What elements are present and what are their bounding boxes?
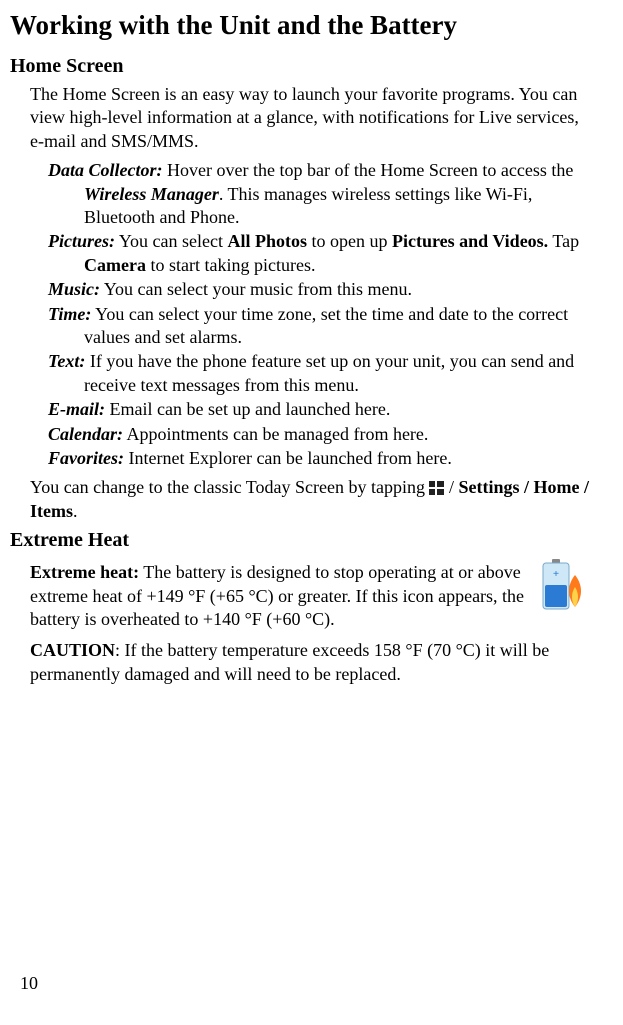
item-label: Time: bbox=[48, 304, 91, 324]
svg-text:+: + bbox=[553, 568, 559, 580]
text: You can select your time zone, set the t… bbox=[84, 304, 568, 347]
item-label: Pictures: bbox=[48, 231, 115, 251]
item-favorites: Favorites: Internet Explorer can be laun… bbox=[48, 447, 593, 470]
caution-label: CAUTION bbox=[30, 640, 115, 660]
battery-overheat-icon: + bbox=[537, 557, 593, 613]
text: You can change to the classic Today Scre… bbox=[30, 477, 429, 497]
windows-start-icon bbox=[429, 478, 444, 492]
page-title: Working with the Unit and the Battery bbox=[10, 8, 593, 43]
item-text: Text: If you have the phone feature set … bbox=[48, 350, 593, 397]
text: You can select bbox=[115, 231, 227, 251]
item-pictures: Pictures: You can select All Photos to o… bbox=[48, 230, 593, 277]
section-home-heading: Home Screen bbox=[10, 53, 593, 79]
item-label: E-mail: bbox=[48, 399, 105, 419]
text: If you have the phone feature set up on … bbox=[84, 351, 574, 394]
section-heat-heading: Extreme Heat bbox=[10, 527, 593, 553]
text: / bbox=[449, 477, 459, 497]
today-screen-note: You can change to the classic Today Scre… bbox=[30, 476, 593, 523]
item-time: Time: You can select your time zone, set… bbox=[48, 303, 593, 350]
text: to start taking pictures. bbox=[146, 255, 315, 275]
item-label: Data Collector: bbox=[48, 160, 163, 180]
item-label: Favorites: bbox=[48, 448, 124, 468]
bold-camera: Camera bbox=[84, 255, 146, 275]
text: You can select your music from this menu… bbox=[100, 279, 412, 299]
item-label: Music: bbox=[48, 279, 100, 299]
text: to open up bbox=[307, 231, 392, 251]
text: Appointments can be managed from here. bbox=[123, 424, 428, 444]
text: Tap bbox=[548, 231, 579, 251]
caution-text: CAUTION: If the battery temperature exce… bbox=[30, 639, 593, 686]
extreme-heat-text: Extreme heat: The battery is designed to… bbox=[30, 561, 525, 631]
text: Internet Explorer can be launched from h… bbox=[124, 448, 452, 468]
extreme-heat-label: Extreme heat: bbox=[30, 562, 139, 582]
item-label: Calendar: bbox=[48, 424, 123, 444]
item-label: Text: bbox=[48, 351, 85, 371]
page-number: 10 bbox=[20, 972, 38, 995]
item-music: Music: You can select your music from th… bbox=[48, 278, 593, 301]
text: . bbox=[73, 501, 78, 521]
item-calendar: Calendar: Appointments can be managed fr… bbox=[48, 423, 593, 446]
text: Hover over the top bar of the Home Scree… bbox=[163, 160, 574, 180]
text: Email can be set up and launched here. bbox=[105, 399, 390, 419]
bold-all-photos: All Photos bbox=[227, 231, 307, 251]
item-data-collector: Data Collector: Hover over the top bar o… bbox=[48, 159, 593, 229]
home-items-list: Data Collector: Hover over the top bar o… bbox=[48, 159, 593, 470]
wireless-manager-label: Wireless Manager bbox=[84, 184, 219, 204]
home-intro: The Home Screen is an easy way to launch… bbox=[30, 83, 593, 153]
item-email: E-mail: Email can be set up and launched… bbox=[48, 398, 593, 421]
bold-pictures-videos: Pictures and Videos. bbox=[392, 231, 548, 251]
